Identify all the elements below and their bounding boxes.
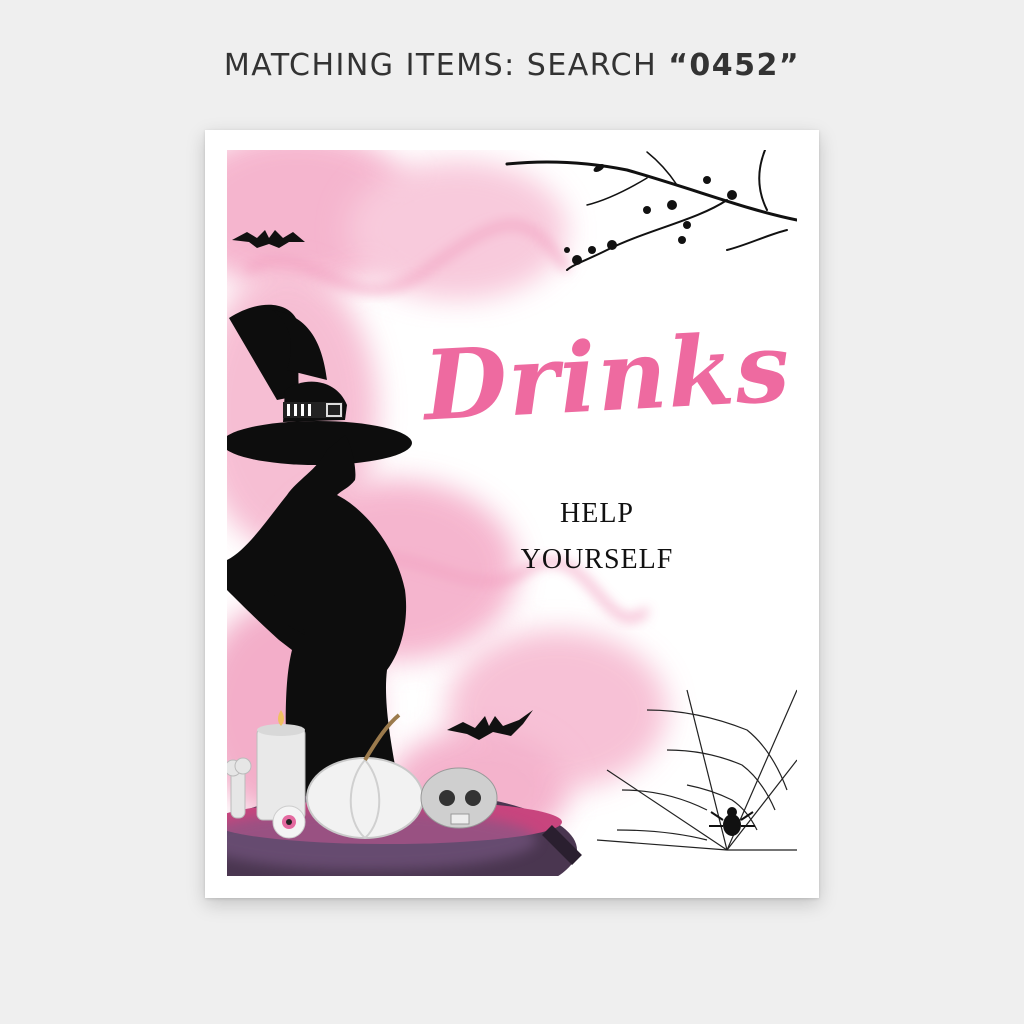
page-heading: MATCHING ITEMS: SEARCH “0452”	[0, 48, 1024, 83]
eyeball-icon	[272, 805, 306, 839]
sign-title: Drinks	[420, 310, 794, 443]
sign-subtitle-line-2: YOURSELF	[520, 544, 674, 575]
spider-icon	[709, 807, 755, 836]
hat-band	[283, 402, 343, 418]
poster-artwork: Drinks HELP YOURSELF	[227, 150, 797, 876]
heading-label: MATCHING ITEMS: SEARCH	[223, 48, 669, 83]
sign-subtitle-line-1: HELP	[560, 498, 634, 529]
search-code: “0452”	[668, 48, 801, 83]
skull-icon	[420, 767, 498, 829]
candle-icon	[256, 710, 306, 821]
